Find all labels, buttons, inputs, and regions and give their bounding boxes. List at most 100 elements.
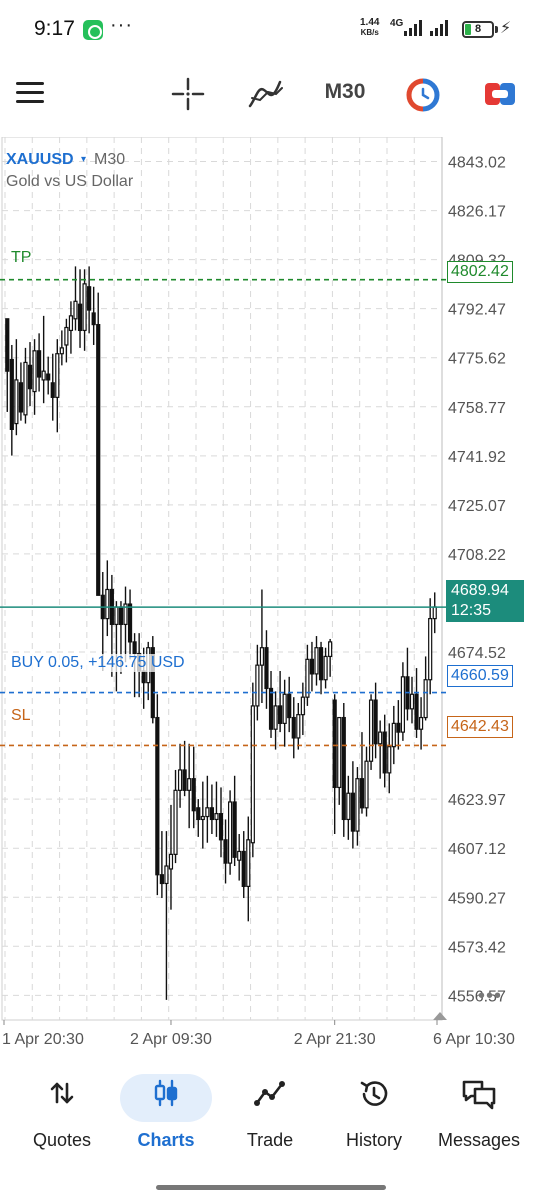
nav-trade[interactable]: Trade xyxy=(220,1060,320,1160)
stop-loss-label[interactable]: SL xyxy=(11,707,31,725)
nav-quotes-label: Quotes xyxy=(32,1130,92,1150)
bottom-navigation: Quotes Charts Trade History Messages xyxy=(0,1060,540,1170)
y-tick-label: 4792.47 xyxy=(448,302,506,319)
candle-body xyxy=(168,853,174,870)
candle-body xyxy=(282,693,287,724)
scroll-to-end-icon[interactable] xyxy=(433,1012,447,1020)
symbol-dropdown-icon[interactable]: ▾ xyxy=(81,154,86,165)
y-tick-label: 4843.02 xyxy=(448,155,506,172)
candle-body xyxy=(50,382,55,398)
menu-icon[interactable] xyxy=(16,82,44,104)
nav-messages[interactable]: Messages xyxy=(428,1060,530,1160)
candle-body xyxy=(187,778,192,791)
sort-arrows-icon xyxy=(50,1082,74,1104)
candle-body xyxy=(218,813,224,841)
battery-tip xyxy=(495,26,498,33)
y-tick-label: 4590.27 xyxy=(448,890,506,907)
y-tick-label: 4674.52 xyxy=(448,645,506,662)
candle-body xyxy=(337,716,342,789)
more-notifications-icon: ··· xyxy=(110,14,133,36)
candle-body xyxy=(141,670,146,684)
home-indicator xyxy=(156,1185,386,1190)
candle-body xyxy=(409,693,415,710)
candle-body xyxy=(359,778,365,809)
candle-body xyxy=(296,714,301,739)
candle-body xyxy=(305,658,310,698)
symbol-timeframe: M30 xyxy=(94,151,126,168)
candle-body xyxy=(318,647,324,681)
take-profit-label[interactable]: TP xyxy=(11,249,31,267)
signal-strength-icon xyxy=(430,20,448,36)
candle-body xyxy=(368,699,374,762)
candle-body xyxy=(259,647,265,666)
one-click-trading-icon[interactable] xyxy=(406,78,440,112)
network-speed-value: 1.44 xyxy=(360,17,380,28)
candle-body xyxy=(196,807,201,821)
nav-charts[interactable]: Charts xyxy=(116,1060,216,1160)
battery-percent: 8 xyxy=(474,23,482,35)
position-price-tag[interactable]: 4660.59 xyxy=(447,665,513,687)
candle-body xyxy=(37,350,42,378)
candle-body xyxy=(432,606,437,620)
x-tick-label: 2 Apr 09:30 xyxy=(130,1031,212,1048)
candle-body xyxy=(46,373,51,381)
candle-body xyxy=(373,699,378,745)
y-tick-label: 4623.97 xyxy=(448,792,506,809)
candle-body xyxy=(364,760,369,809)
nav-messages-label: Messages xyxy=(437,1130,521,1150)
x-tick-label: 2 Apr 21:30 xyxy=(294,1031,376,1048)
network-speed: 1.44 KB/s xyxy=(360,18,379,38)
y-tick-label: 4573.42 xyxy=(448,939,506,956)
candle-body xyxy=(87,286,92,311)
history-clock-icon xyxy=(360,1081,388,1106)
candle-body xyxy=(18,382,24,413)
position-label[interactable]: BUY 0.05, +146.75 USD xyxy=(11,654,187,672)
network-speed-unit: KB/s xyxy=(360,28,379,37)
charging-lightning-icon: ⚡︎ xyxy=(500,20,512,37)
chat-bubbles-icon xyxy=(462,1080,496,1110)
candle-body xyxy=(5,318,10,372)
candle-body xyxy=(23,361,28,416)
candle-body xyxy=(91,312,96,326)
chart-more-icon[interactable]: ••• xyxy=(478,985,502,1008)
candle-body xyxy=(400,676,405,733)
candle-body xyxy=(350,792,355,832)
trade-panel-icon[interactable] xyxy=(484,80,516,108)
candle-body xyxy=(341,716,346,821)
status-time: 9:17 xyxy=(34,17,75,40)
nav-history[interactable]: History xyxy=(324,1060,424,1160)
indicator-icon[interactable] xyxy=(246,76,286,112)
trend-line-icon xyxy=(254,1081,285,1106)
network-type: 4G xyxy=(390,18,404,29)
candle-body xyxy=(241,850,246,887)
candle-body xyxy=(27,364,33,390)
whatsapp-notification-icon xyxy=(83,20,103,40)
candle-body xyxy=(287,693,292,719)
candle-body xyxy=(328,641,333,658)
candle-body xyxy=(268,687,274,730)
bar-countdown: 12:35 xyxy=(451,602,492,619)
candle-body xyxy=(332,699,337,789)
y-tick-label: 4708.22 xyxy=(448,547,506,564)
crosshair-icon[interactable] xyxy=(170,76,206,112)
candle-body xyxy=(423,679,428,719)
candle-body xyxy=(77,303,83,332)
candle-body xyxy=(132,641,137,655)
take-profit-price-tag[interactable]: 4802.42 xyxy=(447,261,513,283)
timeframe-button[interactable]: M30 xyxy=(315,80,375,104)
price-chart[interactable]: 4843.024826.174809.324792.474775.624758.… xyxy=(0,137,540,1053)
candle-body xyxy=(68,315,74,332)
stop-loss-price-tag[interactable]: 4642.43 xyxy=(447,716,513,738)
candle-body xyxy=(14,379,19,425)
candle-body xyxy=(9,358,14,430)
candle-body xyxy=(55,353,60,398)
candle-body xyxy=(428,617,433,681)
candle-body xyxy=(214,813,219,821)
candle-body xyxy=(418,716,424,730)
candle-body xyxy=(127,603,133,643)
symbol-name[interactable]: XAUUSD xyxy=(6,151,74,169)
candle-body xyxy=(64,326,69,346)
candle-body xyxy=(105,588,110,620)
candle-body xyxy=(118,606,124,626)
nav-quotes[interactable]: Quotes xyxy=(12,1060,112,1160)
